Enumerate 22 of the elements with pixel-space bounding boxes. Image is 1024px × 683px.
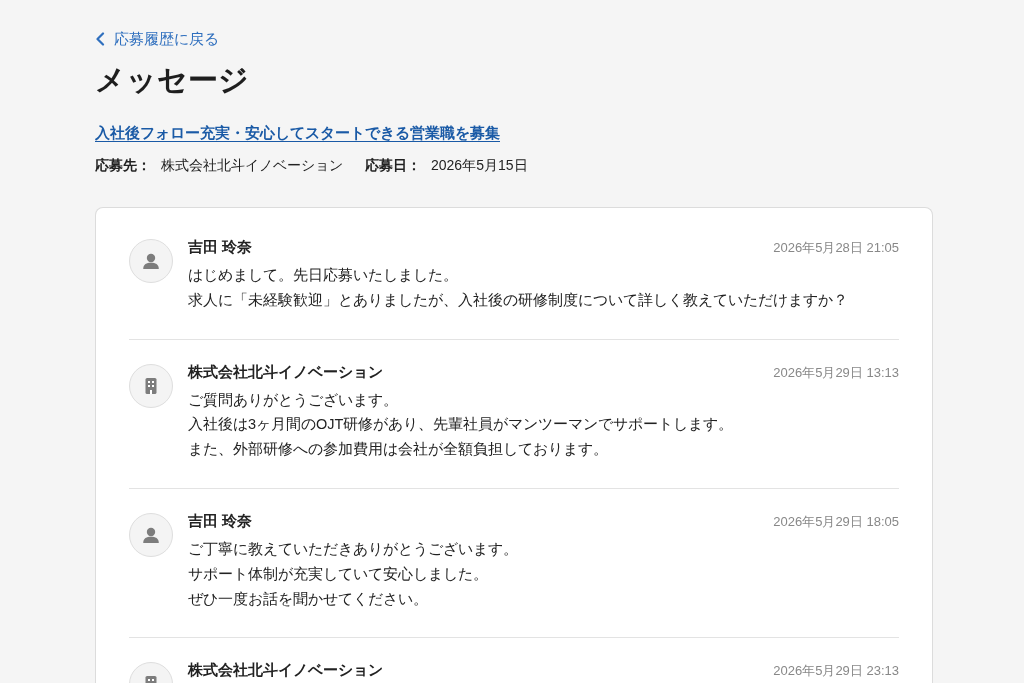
message-timestamp: 2026年5月29日 13:13 [773,363,899,382]
info-label: 応募先： [95,156,151,175]
info-value: 株式会社北斗イノベーション [161,156,343,175]
info-value: 2026年5月15日 [431,156,528,175]
info-label: 応募日： [365,156,421,175]
message-text: ご質問ありがとうございます。 入社後は3ヶ月間のOJT研修があり、先輩社員がマンツーマンでサポートします。 また、外部研修への参加費用は会社が全額負担しております。 [188,390,735,460]
user-avatar-icon [129,239,173,283]
sender-name: 株式会社北斗イノベーション [188,661,383,681]
user-avatar-icon [129,513,173,557]
building-icon [129,363,173,408]
message-timestamp: 2026年5月29日 23:13 [773,662,899,681]
job-title-link[interactable]: 入社後フォロー充実・安心してスタートできる営業職を募集 [95,122,500,144]
message-text: ご丁寧に教えていただきありがとうございます。 サポート体制が充実していて安心しました。 ぜひ一度お話を聞かせてください。 [188,540,519,609]
page-title: メッセージ [95,62,249,98]
sender-name: 株式会社北斗イノベーション [188,362,383,382]
message-timestamp: 2026年5月28日 21:05 [773,239,899,257]
sender-name: 吉田 玲奈 [188,512,253,531]
sender-name: 吉田 玲奈 [188,238,253,257]
message-text: はじめまして。先日応募いたしました。 求人に「未経験歓迎」とありましたが、入社後の研修制度について詳しく教えていただけますか？ [188,266,849,310]
chevron-left-icon [95,32,105,46]
message-timestamp: 2026年5月29日 18:05 [773,513,899,531]
back-link[interactable]: 応募履歴に戻る [95,28,219,50]
